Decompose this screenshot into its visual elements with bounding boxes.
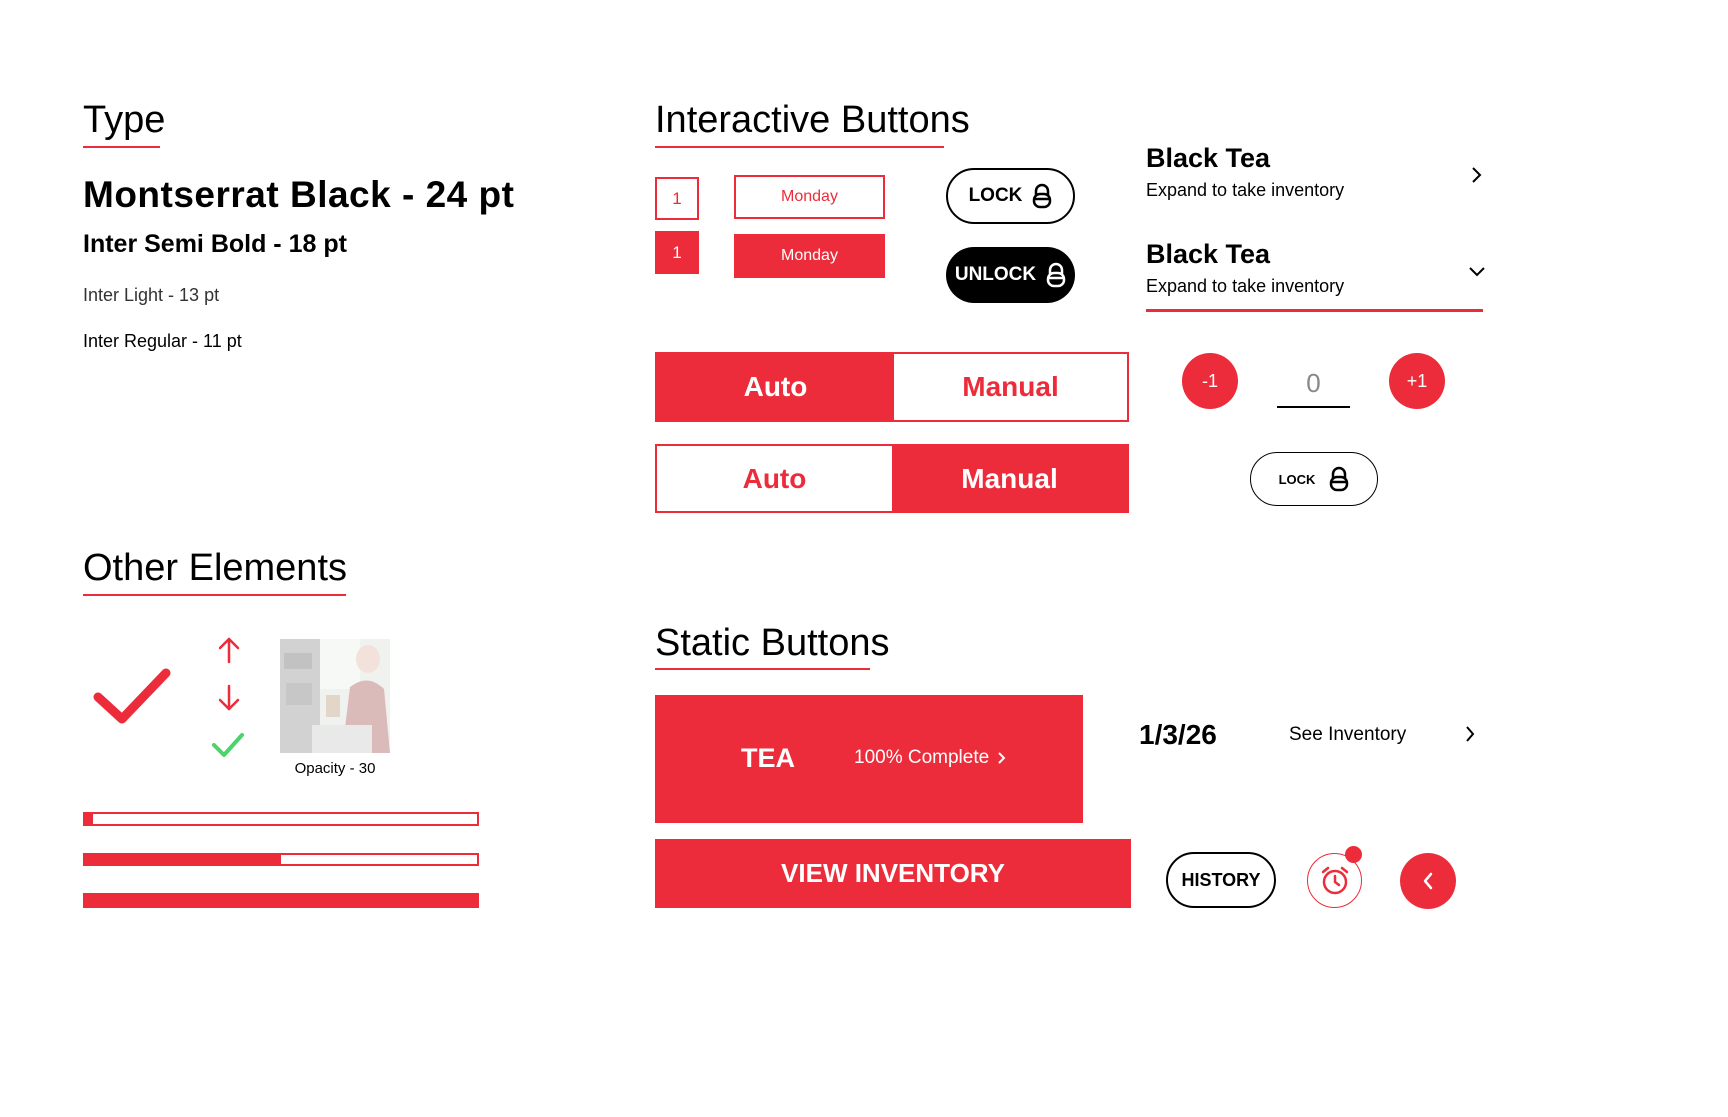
inter-light-sample: Inter Light - 13 pt	[83, 285, 220, 305]
progress-bar-empty	[83, 812, 479, 826]
toggle-auto-option[interactable]: Auto	[657, 446, 892, 511]
view-inventory-button[interactable]: VIEW INVENTORY	[655, 839, 1131, 908]
decrement-button[interactable]: -1	[1182, 353, 1238, 409]
checkmark-icon	[93, 668, 171, 724]
tea-card-status-text: 100% Complete	[854, 747, 990, 768]
unlock-label: UNLOCK	[954, 264, 1037, 285]
faded-photo	[280, 639, 390, 753]
toggle-auto-option[interactable]: Auto	[657, 354, 894, 420]
unlock-button[interactable]: UNLOCK	[946, 247, 1075, 303]
mode-toggle-auto[interactable]: Auto Manual	[655, 352, 1129, 422]
photo-caption: Opacity - 30	[294, 760, 376, 777]
small-lock-button[interactable]: LOCK	[1250, 452, 1378, 506]
alarm-clock-icon	[1321, 866, 1348, 894]
progress-fill	[85, 895, 477, 906]
progress-bar-full	[83, 893, 479, 908]
type-section-underline	[83, 146, 160, 148]
arrow-down-icon	[218, 684, 240, 711]
padlock-icon	[1330, 466, 1349, 492]
accordion-subtitle: Expand to take inventory	[1146, 180, 1345, 200]
type-section-title: Type	[83, 99, 166, 141]
tea-card[interactable]: TEA 100% Complete	[655, 695, 1083, 823]
accordion-item-collapsed[interactable]: Black Tea Expand to take inventory	[1146, 143, 1486, 209]
chevron-right-icon	[998, 752, 1006, 764]
toggle-manual-option[interactable]: Manual	[894, 354, 1127, 420]
padlock-icon	[1033, 183, 1052, 209]
chevron-right-icon[interactable]	[1464, 725, 1476, 743]
inter-semibold-sample: Inter Semi Bold - 18 pt	[83, 230, 347, 258]
interactive-buttons-underline	[655, 146, 944, 148]
arrow-up-icon	[218, 637, 240, 664]
other-elements-title: Other Elements	[83, 547, 347, 589]
day-button-filled[interactable]: Monday	[734, 234, 885, 278]
montserrat-black-sample: Montserrat Black - 24 pt	[83, 174, 515, 215]
number-button-outline[interactable]: 1	[655, 177, 699, 220]
lock-label: LOCK	[1278, 471, 1316, 487]
lock-button[interactable]: LOCK	[946, 168, 1075, 224]
quantity-field[interactable]: 0	[1277, 368, 1350, 408]
tea-card-status: 100% Complete	[854, 747, 1007, 769]
accordion-title: Black Tea	[1146, 143, 1271, 173]
inter-regular-sample: Inter Regular - 11 pt	[83, 331, 242, 351]
accordion-item-expanded[interactable]: Black Tea Expand to take inventory	[1146, 239, 1486, 313]
small-check-icon	[212, 733, 244, 757]
mode-toggle-manual[interactable]: Auto Manual	[655, 444, 1129, 513]
inventory-date: 1/3/26	[1139, 719, 1217, 750]
lock-label: LOCK	[968, 185, 1023, 206]
accordion-title: Black Tea	[1146, 239, 1271, 269]
static-buttons-title: Static Buttons	[655, 622, 890, 664]
chevron-down-icon	[1469, 267, 1485, 277]
accordion-active-underline	[1146, 309, 1483, 312]
notification-dot	[1345, 846, 1362, 863]
accordion-subtitle: Expand to take inventory	[1146, 276, 1345, 296]
interactive-buttons-title: Interactive Buttons	[655, 99, 970, 141]
other-elements-underline	[83, 594, 346, 596]
back-button[interactable]	[1400, 853, 1456, 909]
history-button[interactable]: HISTORY	[1166, 852, 1276, 908]
tea-card-name: TEA	[741, 743, 795, 773]
increment-button[interactable]: +1	[1389, 353, 1445, 409]
padlock-icon	[1046, 262, 1066, 288]
chevron-right-icon	[1472, 167, 1482, 183]
see-inventory-link[interactable]: See Inventory	[1289, 724, 1406, 746]
number-button-filled[interactable]: 1	[655, 231, 699, 274]
day-button-outline[interactable]: Monday	[734, 175, 885, 219]
toggle-manual-option[interactable]: Manual	[892, 446, 1127, 511]
progress-fill	[85, 814, 93, 824]
back-chevron-icon	[1423, 872, 1433, 890]
progress-bar-half	[83, 853, 479, 866]
static-buttons-underline	[655, 668, 870, 670]
progress-fill	[85, 855, 281, 864]
